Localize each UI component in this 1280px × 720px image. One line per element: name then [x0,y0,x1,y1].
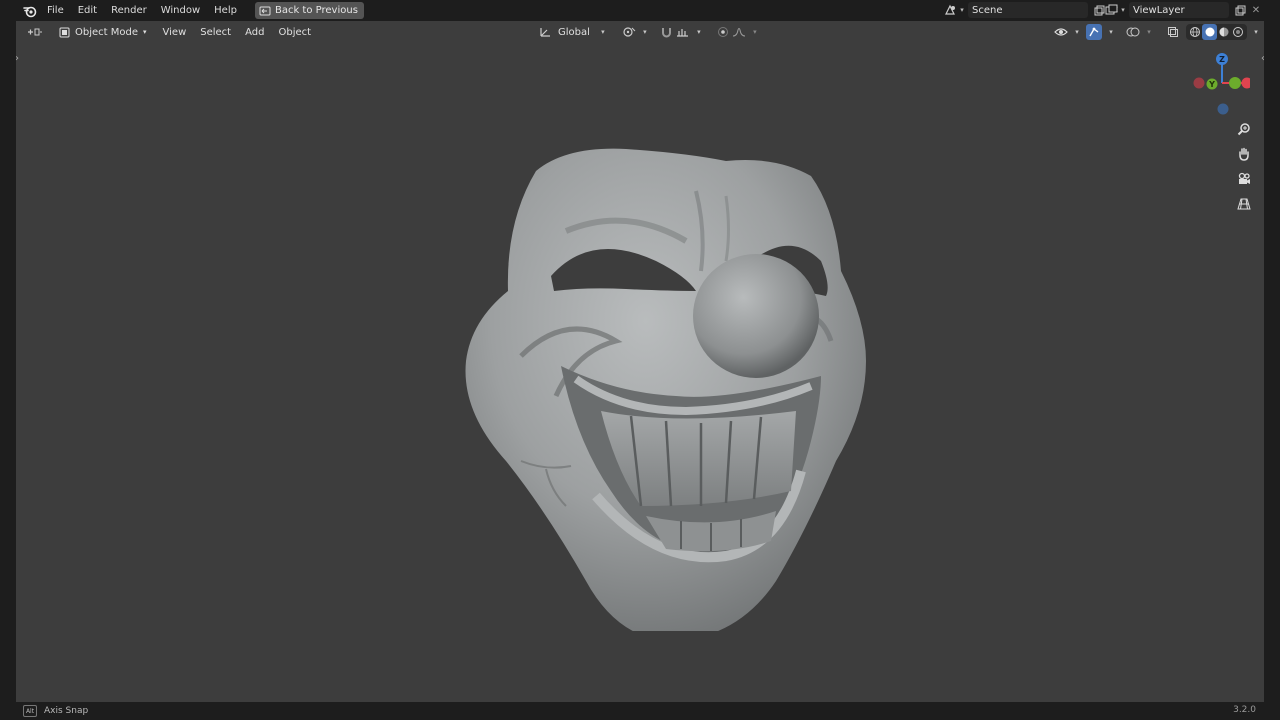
view-layer-icon[interactable] [1103,2,1119,18]
proportional-falloff-icon[interactable] [732,24,746,40]
transform-tools: Global ▾ ▾ ▾ ▾ [538,24,762,40]
back-icon [259,6,271,15]
object-mode-label: Object Mode [75,26,138,38]
right-border [1264,21,1280,702]
proportional-editing-icon[interactable] [716,24,730,40]
menu-help[interactable]: Help [207,2,244,20]
alt-key-icon: Alt [23,705,37,717]
wireframe-shading-icon[interactable] [1188,24,1202,40]
transform-orientation-icon[interactable] [538,24,552,40]
chevron-down-icon[interactable]: ▾ [1104,24,1118,40]
menu-view[interactable]: View [156,27,194,38]
navigation-buttons [1234,119,1254,214]
chevron-down-icon[interactable]: ▾ [748,24,762,40]
gizmo-toggle-icon[interactable] [1086,24,1102,40]
navigation-gizmo[interactable]: Z Y [1190,49,1250,119]
view-layer-name-field[interactable]: ViewLayer [1129,2,1229,18]
menu-select[interactable]: Select [193,27,238,38]
3d-viewport[interactable]: Object Mode ▾ View Select Add Object Glo… [16,21,1264,702]
menu-object[interactable]: Object [271,27,318,38]
viewport-header: Object Mode ▾ View Select Add Object Glo… [16,21,1264,43]
menu-add[interactable]: Add [238,27,271,38]
pivot-point-icon[interactable] [622,24,636,40]
chevron-down-icon[interactable]: ▾ [638,24,652,40]
status-bar: Alt Axis Snap 3.2.0 [0,702,1280,720]
menu-edit[interactable]: Edit [71,2,104,20]
chevron-down-icon[interactable]: ▾ [1070,24,1084,40]
material-preview-shading-icon[interactable] [1217,24,1231,40]
scene-name-field[interactable]: Scene [968,2,1088,18]
editor-type-icon[interactable] [24,24,46,40]
close-icon[interactable]: ✕ [1248,2,1264,18]
back-to-previous-label: Back to Previous [274,5,358,16]
display-tools: ▾ ▾ ▾ ▾ [1054,24,1263,40]
view-layer-selector: ▾ ViewLayer ✕ [1103,2,1264,18]
rendered-shading-icon[interactable] [1231,24,1245,40]
snap-increment-icon[interactable] [676,24,690,40]
chevron-down-icon[interactable]: ▾ [692,24,706,40]
menu-render[interactable]: Render [104,2,154,20]
scene-selector: ▾ Scene ✕ [942,2,1123,18]
transform-orientation-dropdown[interactable]: Global [554,24,594,40]
zoom-icon[interactable] [1234,119,1254,139]
chevron-down-icon[interactable]: ▾ [1119,2,1127,18]
gizmo-y-label: Y [1208,80,1215,89]
chevron-down-icon[interactable]: ▾ [596,24,610,40]
solid-shading-icon[interactable] [1202,24,1217,40]
object-mode-dropdown[interactable]: Object Mode ▾ [56,24,150,40]
menu-window[interactable]: Window [154,2,207,20]
xray-toggle-icon[interactable] [1166,24,1180,40]
perspective-toggle-grid-icon[interactable] [1234,194,1254,214]
clown-mask-3d-object[interactable] [426,111,886,631]
overlays-icon[interactable] [1126,24,1140,40]
top-menu-bar: File Edit Render Window Help Back to Pre… [0,0,1280,21]
chevron-down-icon[interactable]: ▾ [958,2,966,18]
blender-logo-icon[interactable] [20,1,40,21]
scene-icon[interactable] [942,2,958,18]
chevron-down-icon[interactable]: ▾ [1142,24,1156,40]
chevron-down-icon: ▾ [143,28,147,36]
back-to-previous-button[interactable]: Back to Previous [254,2,364,19]
object-mode-icon [59,27,70,37]
shading-mode-group [1186,24,1247,40]
left-border [0,21,16,702]
menu-file[interactable]: File [40,2,71,20]
new-view-layer-icon[interactable] [1232,2,1248,18]
visibility-eye-icon[interactable] [1054,24,1068,40]
status-hint: Axis Snap [44,706,89,716]
chevron-down-icon[interactable]: ▾ [1249,24,1263,40]
gizmo-z-label: Z [1219,55,1225,64]
toolbar-expand-chevron-icon[interactable]: › [16,53,19,64]
camera-view-icon[interactable] [1234,169,1254,189]
sidebar-expand-chevron-icon[interactable]: ‹ [1261,53,1264,64]
blender-version: 3.2.0 [1233,705,1256,715]
snap-magnet-icon[interactable] [660,24,674,40]
pan-hand-icon[interactable] [1234,144,1254,164]
